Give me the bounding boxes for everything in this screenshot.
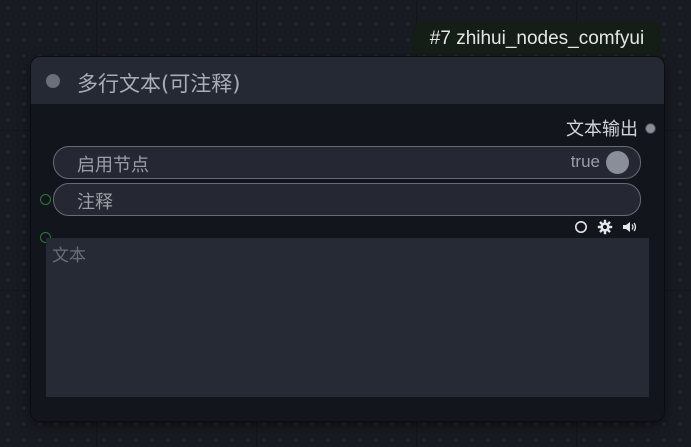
toggle-knob-icon[interactable] xyxy=(606,151,629,174)
node-title: 多行文本(可注释) xyxy=(77,72,241,96)
comment-label: 注释 xyxy=(77,192,113,213)
node-title-bar[interactable]: 多行文本(可注释) xyxy=(31,57,664,104)
output-label: 文本输出 xyxy=(566,119,638,140)
enable-node-toggle[interactable]: 启用节点 true xyxy=(53,146,641,179)
circle-icon[interactable] xyxy=(574,220,588,234)
collapse-dot-icon[interactable] xyxy=(46,74,60,88)
text-content-area[interactable] xyxy=(46,238,649,397)
output-slot-icon[interactable] xyxy=(645,122,656,134)
comment-field[interactable]: 注释 xyxy=(53,183,641,216)
speaker-icon[interactable] xyxy=(622,220,638,234)
widget-icons xyxy=(574,219,638,235)
enable-node-label: 启用节点 xyxy=(77,155,149,176)
comment-input-slot-icon[interactable] xyxy=(40,194,51,205)
node-id-badge: #7 zhihui_nodes_comfyui xyxy=(413,22,661,54)
gear-icon[interactable] xyxy=(597,219,613,235)
output-text: 文本输出 xyxy=(566,117,656,140)
toggle-value: true xyxy=(570,152,600,171)
node-multiline-text[interactable]: 多行文本(可注释) 文本输出 启用节点 true 注释 xyxy=(31,57,664,421)
